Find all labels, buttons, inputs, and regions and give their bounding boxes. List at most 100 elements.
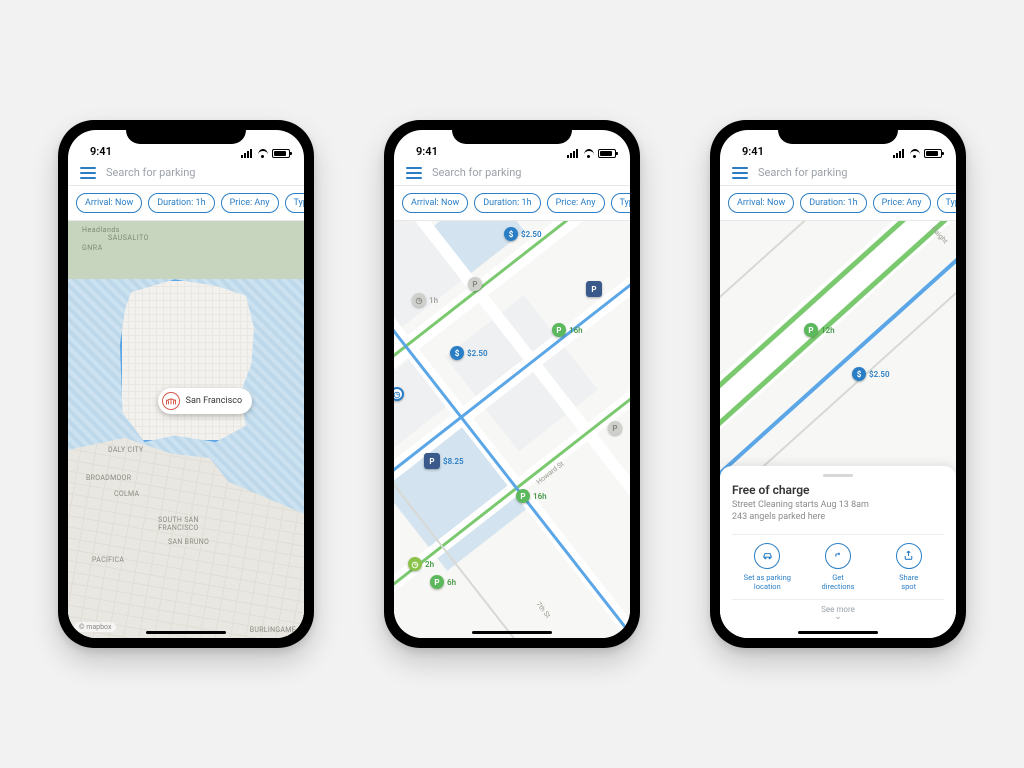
search-bar[interactable]: Search for parking — [68, 160, 304, 186]
street-map-bg: Howard St 7th St $$2.50 P ◷1h P P16h $$2… — [394, 221, 630, 638]
phone-notch — [452, 120, 572, 144]
marker-1h[interactable]: ◷1h — [412, 293, 438, 307]
marker-p-navy[interactable]: P — [586, 281, 602, 297]
screen-3: 9:41 Search for parking Arrival: Now Dur… — [720, 130, 956, 638]
filter-chips: Arrival: Now Duration: 1h Price: Any Typ… — [394, 186, 630, 221]
marker-16h-2[interactable]: P16h — [516, 489, 547, 503]
action-set-parking[interactable]: Set as parking location — [737, 543, 797, 591]
marker-12h[interactable]: P12h — [804, 323, 835, 337]
menu-icon[interactable] — [406, 167, 422, 179]
label-pacifica: PACIFICA — [92, 556, 124, 564]
chevron-down-icon: ⌄ — [732, 615, 944, 620]
time-grey-icon: ◷ — [412, 293, 426, 307]
directions-icon — [825, 543, 851, 569]
wifi-icon — [909, 149, 921, 158]
chip-type[interactable]: Type — [937, 193, 957, 213]
chip-duration[interactable]: Duration: 1h — [800, 193, 866, 213]
chip-price[interactable]: Price: Any — [547, 193, 605, 213]
chip-price[interactable]: Price: Any — [873, 193, 931, 213]
battery-icon — [924, 149, 942, 158]
search-bar[interactable]: Search for parking — [394, 160, 630, 186]
bridge-icon — [162, 392, 180, 410]
parking-navy-icon: P — [586, 281, 602, 297]
wifi-icon — [583, 149, 595, 158]
battery-icon — [598, 149, 616, 158]
marker-16h-1[interactable]: P16h — [552, 323, 583, 337]
label-burlingame: BURLINGAME — [250, 626, 296, 634]
home-indicator — [146, 631, 226, 634]
label-broadmoor: BROADMOOR — [86, 474, 131, 482]
map-street-view[interactable]: Howard St 7th St $$2.50 P ◷1h P P16h $$2… — [394, 221, 630, 638]
wifi-icon — [257, 149, 269, 158]
parking-grey-icon: P — [468, 277, 482, 291]
marker-2h[interactable]: ◷2h — [408, 557, 434, 571]
parking-green-icon: P — [552, 323, 566, 337]
parking-green-icon: P — [430, 575, 444, 589]
chip-duration[interactable]: Duration: 1h — [148, 193, 214, 213]
status-indicators — [893, 149, 942, 158]
marker-p-grey-2[interactable]: P — [608, 421, 622, 435]
chip-type[interactable]: Type — [285, 193, 305, 213]
bottom-sheet[interactable]: Free of charge Street Cleaning starts Au… — [720, 466, 956, 638]
search-bar[interactable]: Search for parking — [720, 160, 956, 186]
city-badge-label: San Francisco — [186, 396, 242, 406]
sf-boundary — [120, 279, 257, 442]
screen-2: 9:41 Search for parking Arrival: Now Dur… — [394, 130, 630, 638]
action-share[interactable]: Share spot — [879, 543, 939, 591]
status-time: 9:41 — [416, 145, 438, 158]
car-icon — [754, 543, 780, 569]
battery-icon — [272, 149, 290, 158]
marker-price-1[interactable]: $$2.50 — [504, 227, 542, 241]
phone-notch — [778, 120, 898, 144]
status-indicators — [567, 149, 616, 158]
chip-arrival[interactable]: Arrival: Now — [76, 193, 142, 213]
marker-6h[interactable]: P6h — [430, 575, 456, 589]
chip-type[interactable]: Type — [611, 193, 631, 213]
status-time: 9:41 — [742, 145, 764, 158]
filter-chips: Arrival: Now Duration: 1h Price: Any Typ… — [68, 186, 304, 221]
signal-icon — [241, 149, 254, 158]
search-placeholder: Search for parking — [432, 166, 618, 179]
action-label: Get directions — [821, 573, 854, 591]
signal-icon — [567, 149, 580, 158]
marker-price-2[interactable]: $$2.50 — [450, 346, 488, 360]
map-region-view[interactable]: Headlands SAUSALITO GNRA DALY CITY BROAD… — [68, 221, 304, 638]
action-label: Share spot — [899, 573, 918, 591]
chip-duration[interactable]: Duration: 1h — [474, 193, 540, 213]
parking-green-icon: P — [516, 489, 530, 503]
filter-chips: Arrival: Now Duration: 1h Price: Any Typ… — [720, 186, 956, 221]
sheet-actions: Set as parking location Get directions S… — [732, 534, 944, 600]
status-time: 9:41 — [90, 145, 112, 158]
label-sanbruno: SAN BRUNO — [168, 538, 209, 546]
sheet-line1: Street Cleaning starts Aug 13 8am — [732, 499, 944, 511]
chip-arrival[interactable]: Arrival: Now — [402, 193, 468, 213]
marker-p-grey[interactable]: P — [468, 277, 482, 291]
action-directions[interactable]: Get directions — [808, 543, 868, 591]
label-daly: DALY CITY — [108, 446, 143, 454]
map-detail-view[interactable]: Haight P12h $$2.50 Free of charge Street… — [720, 221, 956, 638]
menu-icon[interactable] — [80, 167, 96, 179]
north-land: Headlands SAUSALITO GNRA — [68, 221, 304, 279]
phone-mockup-2: 9:41 Search for parking Arrival: Now Dur… — [384, 120, 640, 648]
phone-notch — [126, 120, 246, 144]
marker-price-3[interactable]: P$8.25 — [424, 453, 464, 469]
price-pin-icon: $ — [504, 227, 518, 241]
chip-arrival[interactable]: Arrival: Now — [728, 193, 794, 213]
status-indicators — [241, 149, 290, 158]
screen-1: 9:41 Search for parking Arrival: Now Dur… — [68, 130, 304, 638]
time-blue-icon: ◷ — [394, 387, 404, 401]
marker-price-250[interactable]: $$2.50 — [852, 367, 890, 381]
time-green-icon: ◷ — [408, 557, 422, 571]
sheet-handle[interactable] — [823, 474, 853, 477]
signal-icon — [893, 149, 906, 158]
parking-grey-icon: P — [608, 421, 622, 435]
search-placeholder: Search for parking — [758, 166, 944, 179]
phone-mockup-3: 9:41 Search for parking Arrival: Now Dur… — [710, 120, 966, 648]
marker-time-blue[interactable]: ◷ — [394, 387, 404, 401]
label-sausalito: SAUSALITO — [108, 235, 149, 243]
see-more[interactable]: See more ⌄ — [732, 605, 944, 620]
label-colma: COLMA — [114, 490, 139, 498]
chip-price[interactable]: Price: Any — [221, 193, 279, 213]
city-badge[interactable]: San Francisco — [158, 388, 252, 414]
menu-icon[interactable] — [732, 167, 748, 179]
